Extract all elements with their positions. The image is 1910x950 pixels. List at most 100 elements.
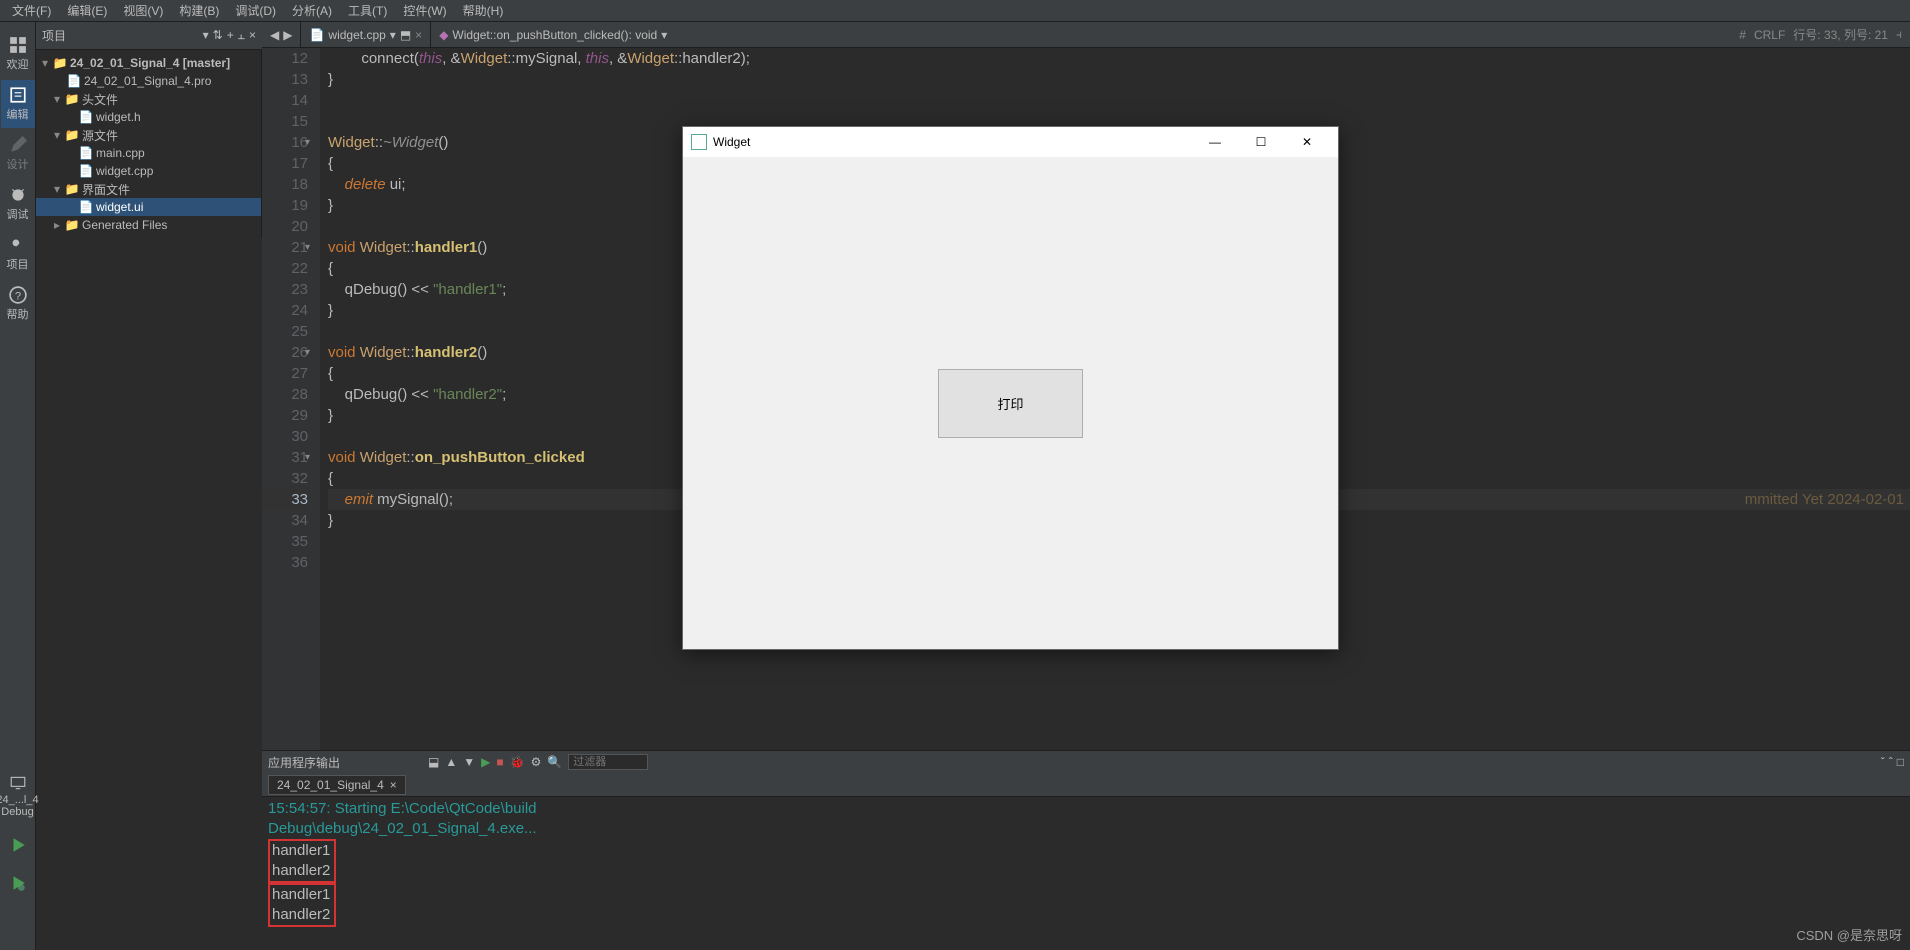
folder-icon: 📁 [65,92,79,106]
watermark: CSDN @是奈思呀 [1796,925,1902,944]
tree-generated[interactable]: ▸📁Generated Files [36,216,261,234]
play-icon[interactable]: ▶ [481,755,490,769]
tree-root[interactable]: ▾📁24_02_01_Signal_4 [master] [36,54,261,72]
output-panel: 应用程序输出 ⬓ ▲ ▼ ▶ ■ 🐞 ⚙ 🔍 [262,750,1910,950]
output-title: 应用程序输出 [268,754,340,771]
mode-debug-label: 调试 [7,206,29,222]
mode-edit[interactable]: 编辑 [1,80,35,128]
svg-text:?: ? [14,291,20,303]
grid-icon [9,36,27,54]
mode-help[interactable]: ? 帮助 [1,280,35,328]
tree-pro-file[interactable]: 📄24_02_01_Signal_4.pro [36,72,261,90]
project-tree[interactable]: ▾📁24_02_01_Signal_4 [master] 📄24_02_01_S… [36,50,262,238]
breadcrumb[interactable]: ◆ Widget::on_pushButton_clicked(): void … [431,28,675,42]
search-icon: 🔍 [547,755,562,769]
folder-icon: 📁 [65,218,79,232]
run-button[interactable] [1,830,35,862]
dropdown-icon[interactable]: ▾ [390,28,396,42]
output-handler2: handler2 [272,861,330,881]
up-icon[interactable]: ▲ [445,755,457,769]
ui-file-icon: 📄 [79,200,93,214]
app-icon [691,134,707,150]
filter-input[interactable] [568,754,648,770]
cursor-position-label: 行号: 33, 列号: 21 [1793,26,1888,43]
gutter[interactable]: 1213141516▾1718192021▾2223242526▾2728293… [262,48,320,750]
menu-file[interactable]: 文件(F) [4,2,59,19]
menu-widgets[interactable]: 控件(W) [395,2,454,19]
menu-edit[interactable]: 编辑(E) [59,2,115,19]
run-target-label: 24_...l_4 [0,794,39,806]
maximize-icon[interactable]: □ [1897,755,1904,769]
tree-forms-label: 界面文件 [82,181,130,198]
editor-tab-label: widget.cpp [328,28,385,42]
tree-headers-label: 头文件 [82,91,118,108]
tree-forms[interactable]: ▾📁界面文件 [36,180,261,198]
cpp-file-icon: 📄 [309,28,324,42]
close-icon[interactable]: × [390,778,397,792]
menubar[interactable]: 文件(F) 编辑(E) 视图(V) 构建(B) 调试(D) 分析(A) 工具(T… [0,0,1910,22]
close-pane-icon[interactable]: × [249,28,256,43]
mode-project[interactable]: 项目 [1,230,35,278]
tree-widget-h[interactable]: 📄widget.h [36,108,261,126]
chevron-right-icon: ▶ [283,28,292,42]
expand-icon[interactable]: ˆ [1889,755,1893,769]
question-icon: ? [9,286,27,304]
close-tab-icon[interactable]: × [415,28,422,42]
attach-debugger-icon[interactable]: 🐞 [510,755,525,769]
tree-widget-h-label: widget.h [96,110,141,124]
settings-icon[interactable]: ⚙ [531,755,542,769]
menu-build[interactable]: 构建(B) [171,2,227,19]
hash-label[interactable]: # [1739,28,1746,42]
filter-icon[interactable]: ▾ [203,28,209,43]
output-tab-label: 24_02_01_Signal_4 [277,778,384,792]
output-tab[interactable]: 24_02_01_Signal_4 × [268,775,406,795]
menu-debug[interactable]: 调试(D) [227,2,284,19]
down-icon[interactable]: ▼ [463,755,475,769]
tree-sources[interactable]: ▾📁源文件 [36,126,261,144]
menu-analyze[interactable]: 分析(A) [284,2,340,19]
bookmark-icon[interactable]: ⬒ [400,28,411,42]
tree-main-cpp[interactable]: 📄main.cpp [36,144,261,162]
debug-run-button[interactable] [1,868,35,900]
add-icon[interactable]: + [227,28,234,43]
stop-icon[interactable]: ■ [496,755,503,769]
output-body[interactable]: 15:54:57: Starting E:\Code\QtCode\build … [262,797,1910,950]
tree-headers[interactable]: ▾📁头文件 [36,90,261,108]
attach-icon[interactable]: ⬓ [428,755,439,769]
breadcrumb-label: Widget::on_pushButton_clicked(): void [452,28,657,42]
close-button[interactable]: ✕ [1284,127,1330,157]
sync-icon[interactable]: ⇅ [213,28,223,43]
mode-edit-label: 编辑 [7,106,29,122]
line-ending-label[interactable]: CRLF [1754,28,1785,42]
git-blame-label: mmitted Yet 2024-02-01 [1745,489,1904,510]
menu-help[interactable]: 帮助(H) [455,2,512,19]
menu-view[interactable]: 视图(V) [115,2,171,19]
nav-back[interactable]: ◀▶ [262,22,301,47]
cpp-file-icon: 📄 [79,164,93,178]
menu-tools[interactable]: 工具(T) [340,2,395,19]
mode-welcome[interactable]: 欢迎 [1,30,35,78]
tree-widget-cpp[interactable]: 📄widget.cpp [36,162,261,180]
run-target-selector[interactable]: 24_...l_4 Debug [1,768,35,824]
split-icon[interactable]: ⫠ [238,28,245,43]
maximize-button[interactable]: ☐ [1238,127,1284,157]
output-start-line2: Debug\debug\24_02_01_Signal_4.exe... [268,819,1904,839]
editor-tab-widget-cpp[interactable]: 📄 widget.cpp ▾ ⬒ × [301,22,431,47]
minimize-button[interactable]: — [1192,127,1238,157]
tree-pro-label: 24_02_01_Signal_4.pro [84,74,211,88]
play-icon [9,836,27,854]
file-icon: 📄 [67,74,81,88]
mode-help-label: 帮助 [7,306,29,322]
tree-widget-ui[interactable]: 📄widget.ui [36,198,261,216]
collapse-icon[interactable]: ˇ [1881,755,1885,769]
widget-titlebar[interactable]: Widget — ☐ ✕ [683,127,1338,157]
mode-welcome-label: 欢迎 [7,56,29,72]
widget-app-window[interactable]: Widget — ☐ ✕ 打印 [682,126,1339,650]
mode-debug[interactable]: 调试 [1,180,35,228]
widget-body: 打印 [683,157,1338,649]
tree-sources-label: 源文件 [82,127,118,144]
print-button[interactable]: 打印 [938,369,1082,438]
split-editor-icon[interactable]: ⫞ [1896,27,1902,42]
mode-design[interactable]: 设计 [1,130,35,178]
dropdown-icon[interactable]: ▾ [661,28,667,42]
